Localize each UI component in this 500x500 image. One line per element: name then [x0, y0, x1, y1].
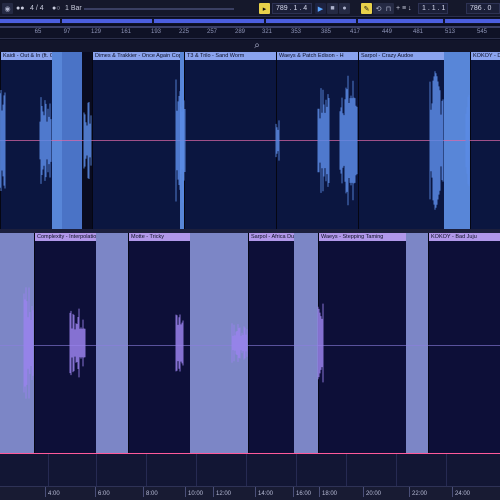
grid-line — [346, 454, 347, 486]
bar-tick: 97 — [63, 29, 71, 35]
time-label: 10:00 — [184, 487, 204, 497]
time-label: 16:00 — [292, 487, 312, 497]
time-label: 14:00 — [254, 487, 274, 497]
time-label: 18:00 — [318, 487, 338, 497]
bar-tick: 129 — [90, 29, 102, 35]
grid-line — [446, 454, 447, 486]
time-label: 4:00 — [45, 487, 60, 497]
zoom-strip[interactable]: ⌕ — [0, 40, 500, 52]
grid-line — [396, 454, 397, 486]
grid-line — [246, 454, 247, 486]
bar-tick: 385 — [320, 29, 332, 35]
bar-ruler[interactable]: 65 97 129 161 193 225 257 289 321 353 38… — [0, 26, 500, 39]
bar-tick: 225 — [178, 29, 190, 35]
audio-track-1[interactable]: Kaidi - Out & In (ft. Chimpo) Dimes & Tr… — [0, 52, 500, 229]
bar-tick: 449 — [381, 29, 393, 35]
loop-length-field[interactable]: 786 . 0 — [466, 3, 500, 14]
stop-icon[interactable]: ■ — [327, 3, 338, 14]
grid-line — [196, 454, 197, 486]
play-icon[interactable]: ▶ — [315, 3, 326, 14]
time-label: 20:00 — [362, 487, 382, 497]
transport-bar: ◉ ●● 4 / 4 ●○ 1 Bar ▸ 789 . 1 . 4 ▶ ■ ● … — [0, 0, 500, 17]
add-locator-icon[interactable]: + ≡ ↓ — [396, 3, 412, 14]
loop-start-field[interactable]: 1 . 1 . 1 — [418, 3, 448, 14]
time-label: 6:00 — [95, 487, 110, 497]
bar-tick: 65 — [34, 29, 42, 35]
arrangement-overview[interactable] — [0, 18, 500, 24]
magnifier-icon[interactable]: ⌕ — [252, 41, 262, 51]
record-dot-icon[interactable]: ●○ — [52, 3, 60, 14]
automation-arm-icon[interactable]: ✎ — [361, 3, 372, 14]
record-icon[interactable]: ● — [339, 3, 350, 14]
overview-clip — [154, 19, 264, 23]
bar-tick: 417 — [349, 29, 361, 35]
punch-icon[interactable]: ⊓ — [383, 3, 394, 14]
grid-line — [146, 454, 147, 486]
bar-tick: 321 — [261, 29, 273, 35]
time-label: 22:00 — [408, 487, 428, 497]
bar-tick: 193 — [150, 29, 162, 35]
follow-button[interactable]: ▸ — [259, 3, 270, 14]
overview-clip — [0, 19, 60, 23]
loop-brace[interactable] — [0, 26, 500, 28]
overview-clip — [358, 19, 443, 23]
overview-clip — [445, 19, 500, 23]
bar-tick: 545 — [476, 29, 488, 35]
bar-tick: 353 — [290, 29, 302, 35]
arrangement-position-field[interactable]: 789 . 1 . 4 — [272, 3, 312, 14]
tap-tempo-button[interactable]: ◉ — [2, 3, 13, 14]
grid-line — [296, 454, 297, 486]
transport-spacer — [84, 8, 234, 10]
time-signature[interactable]: 4 / 4 — [30, 3, 44, 14]
time-label: 12:00 — [212, 487, 232, 497]
bar-tick: 513 — [444, 29, 456, 35]
automation-lane[interactable] — [0, 453, 500, 486]
grid-line — [96, 454, 97, 486]
audio-track-2[interactable]: Complexity - Interpolation Motte - Trick… — [0, 233, 500, 453]
quantize-menu[interactable]: 1 Bar — [65, 3, 82, 14]
track-2-waveform — [23, 287, 324, 399]
track-1-waveform — [0, 71, 470, 210]
link-indicator: ●● — [16, 5, 25, 12]
bar-tick: 289 — [234, 29, 246, 35]
overview-clip — [62, 19, 152, 23]
time-label: 8:00 — [143, 487, 158, 497]
overview-clip — [266, 19, 356, 23]
time-ruler[interactable]: 4:00 6:00 8:00 10:00 12:00 14:00 16:00 1… — [0, 486, 500, 500]
bar-tick: 481 — [412, 29, 424, 35]
grid-line — [48, 454, 49, 486]
time-label: 24:00 — [451, 487, 471, 497]
bar-tick: 257 — [206, 29, 218, 35]
bar-tick: 161 — [120, 29, 132, 35]
